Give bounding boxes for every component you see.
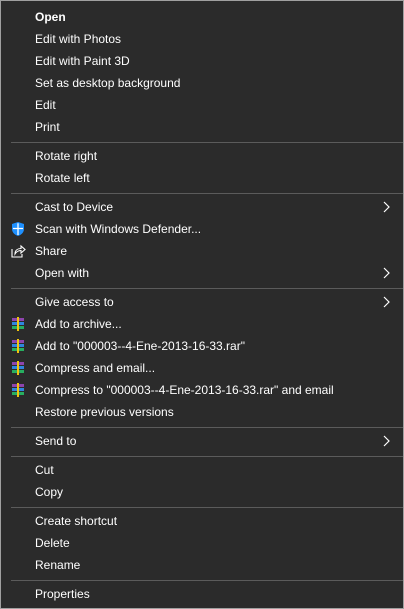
winrar-icon: [12, 339, 24, 353]
menu-item-copy[interactable]: Copy: [1, 481, 403, 503]
menu-item-edit-with-paint3d[interactable]: Edit with Paint 3D: [1, 50, 403, 72]
menu-item-rename[interactable]: Rename: [1, 554, 403, 576]
menu-item-label: Add to "000003--4-Ene-2013-16-33.rar": [35, 339, 245, 353]
menu-item-compress-to-rar-and-email[interactable]: Compress to "000003--4-Ene-2013-16-33.ra…: [1, 379, 403, 401]
menu-separator: [11, 142, 403, 143]
menu-item-label: Open with: [35, 266, 90, 280]
menu-separator: [11, 288, 403, 289]
menu-separator: [11, 427, 403, 428]
menu-item-open[interactable]: Open: [1, 6, 403, 28]
menu-item-label: Compress to "000003--4-Ene-2013-16-33.ra…: [35, 383, 334, 397]
context-menu: Open Edit with Photos Edit with Paint 3D…: [0, 0, 404, 609]
menu-item-label: Delete: [35, 536, 70, 550]
menu-item-edit[interactable]: Edit: [1, 94, 403, 116]
menu-item-open-with[interactable]: Open with: [1, 262, 403, 284]
menu-item-label: Edit: [35, 98, 56, 112]
menu-item-label: Create shortcut: [35, 514, 118, 528]
menu-item-restore-previous-versions[interactable]: Restore previous versions: [1, 401, 403, 423]
menu-item-compress-and-email[interactable]: Compress and email...: [1, 357, 403, 379]
menu-separator: [11, 193, 403, 194]
menu-item-label: Send to: [35, 434, 77, 448]
menu-item-send-to[interactable]: Send to: [1, 430, 403, 452]
winrar-icon: [12, 317, 24, 331]
menu-item-rotate-left[interactable]: Rotate left: [1, 167, 403, 189]
menu-separator: [11, 507, 403, 508]
menu-item-label: Share: [35, 244, 68, 258]
chevron-right-icon: [383, 296, 390, 308]
menu-item-share[interactable]: Share: [1, 240, 403, 262]
menu-item-edit-with-photos[interactable]: Edit with Photos: [1, 28, 403, 50]
menu-item-label: Copy: [35, 485, 64, 499]
menu-item-label: Rotate left: [35, 171, 90, 185]
menu-item-scan-defender[interactable]: Scan with Windows Defender...: [1, 218, 403, 240]
menu-item-label: Set as desktop background: [35, 76, 181, 90]
menu-separator: [11, 456, 403, 457]
share-icon: [11, 244, 26, 258]
chevron-right-icon: [383, 267, 390, 279]
menu-item-delete[interactable]: Delete: [1, 532, 403, 554]
menu-item-label: Add to archive...: [35, 317, 122, 331]
menu-item-label: Cut: [35, 463, 54, 477]
menu-item-properties[interactable]: Properties: [1, 583, 403, 605]
menu-item-label: Properties: [35, 587, 90, 601]
menu-item-label: Give access to: [35, 295, 114, 309]
menu-item-print[interactable]: Print: [1, 116, 403, 138]
menu-item-create-shortcut[interactable]: Create shortcut: [1, 510, 403, 532]
menu-item-cut[interactable]: Cut: [1, 459, 403, 481]
menu-item-label: Scan with Windows Defender...: [35, 222, 202, 236]
menu-item-label: Rename: [35, 558, 81, 572]
winrar-icon: [12, 361, 24, 375]
menu-item-label: Rotate right: [35, 149, 98, 163]
menu-item-label: Open: [35, 10, 66, 24]
shield-icon: [12, 222, 24, 236]
chevron-right-icon: [383, 201, 390, 213]
menu-item-rotate-right[interactable]: Rotate right: [1, 145, 403, 167]
chevron-right-icon: [383, 435, 390, 447]
menu-item-set-desktop-background[interactable]: Set as desktop background: [1, 72, 403, 94]
menu-item-label: Restore previous versions: [35, 405, 174, 419]
menu-item-give-access[interactable]: Give access to: [1, 291, 403, 313]
winrar-icon: [12, 383, 24, 397]
menu-item-label: Print: [35, 120, 60, 134]
menu-item-add-to-archive[interactable]: Add to archive...: [1, 313, 403, 335]
menu-item-label: Cast to Device: [35, 200, 114, 214]
menu-item-label: Compress and email...: [35, 361, 156, 375]
menu-separator: [11, 580, 403, 581]
menu-item-cast-to-device[interactable]: Cast to Device: [1, 196, 403, 218]
menu-item-label: Edit with Paint 3D: [35, 54, 130, 68]
menu-item-add-to-rar[interactable]: Add to "000003--4-Ene-2013-16-33.rar": [1, 335, 403, 357]
menu-item-label: Edit with Photos: [35, 32, 122, 46]
